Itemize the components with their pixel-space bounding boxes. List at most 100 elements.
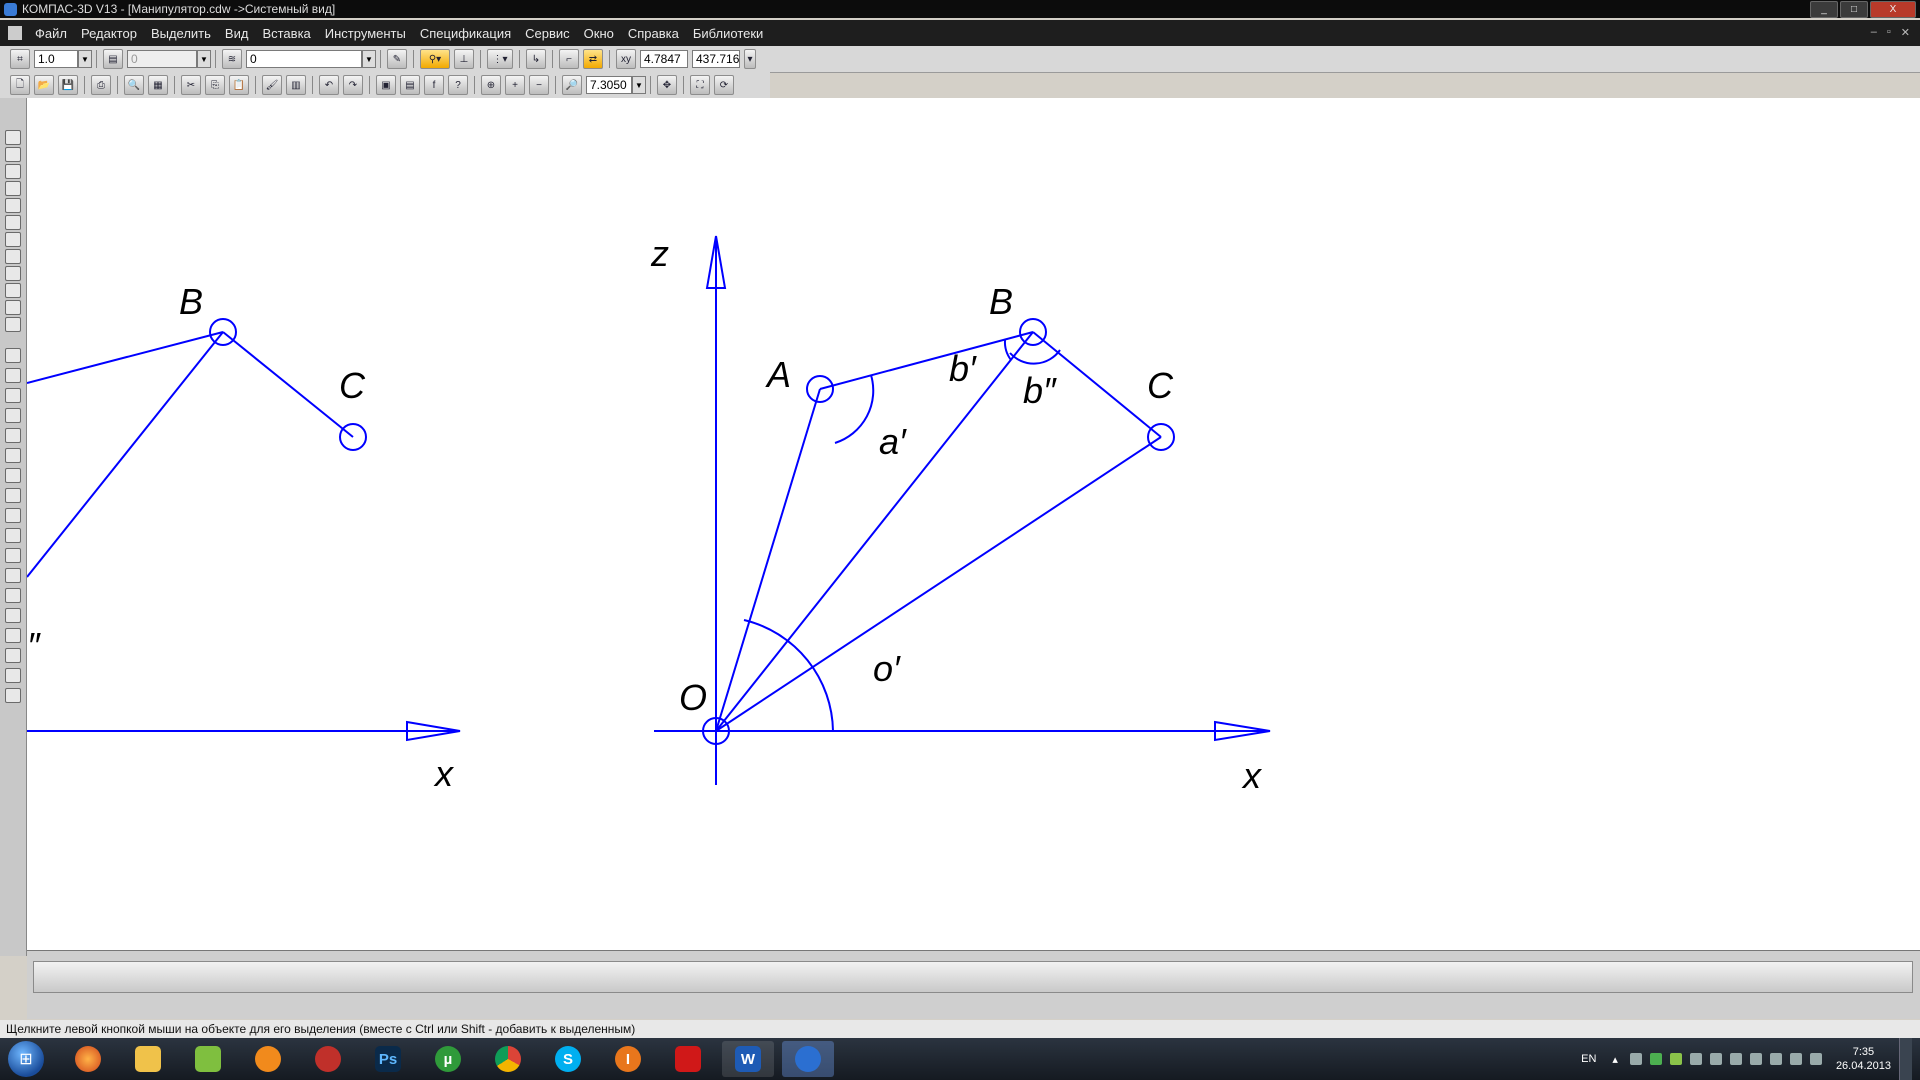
help-pointer-icon[interactable]: ? xyxy=(448,75,468,95)
grid-snap-icon[interactable]: ⌗ xyxy=(10,49,30,69)
taskbar-photoshop[interactable]: Ps xyxy=(362,1041,414,1077)
clock[interactable]: 7:35 26.04.2013 xyxy=(1836,1045,1891,1073)
zoom-out-icon[interactable]: − xyxy=(529,75,549,95)
layer-field[interactable]: 0 xyxy=(127,50,197,68)
library-manager-icon[interactable]: ▤ xyxy=(400,75,420,95)
menu-editor[interactable]: Редактор xyxy=(74,26,144,41)
kompas-app-icon[interactable] xyxy=(4,2,17,16)
variables-icon[interactable]: f xyxy=(424,75,444,95)
angle-arc-b1[interactable] xyxy=(1003,339,1012,361)
grid-icon[interactable]: ⋮▾ xyxy=(487,49,513,69)
link-oa[interactable] xyxy=(715,388,821,732)
polyline-icon[interactable] xyxy=(5,488,21,503)
parametrization-icon[interactable] xyxy=(5,198,21,213)
zoom-window-icon[interactable]: ⊕ xyxy=(481,75,501,95)
contour-icon[interactable] xyxy=(5,608,21,623)
coord-x-field[interactable]: 4.7847 xyxy=(640,50,688,68)
zoom-dropdown-icon[interactable]: ▼ xyxy=(632,76,646,94)
eraser-icon[interactable]: ✎ xyxy=(387,49,407,69)
show-all-icon[interactable]: ⛶ xyxy=(690,75,710,95)
chamfer-icon[interactable] xyxy=(5,548,21,563)
doc-close-icon[interactable]: ✕ xyxy=(1901,26,1910,39)
copy-icon[interactable]: ⎘ xyxy=(205,75,225,95)
undo-icon[interactable]: ↶ xyxy=(319,75,339,95)
step-field[interactable]: 1.0 xyxy=(34,50,78,68)
segment-icon[interactable] xyxy=(5,388,21,403)
ellipse-icon[interactable] xyxy=(5,448,21,463)
taskbar-pin[interactable] xyxy=(302,1041,354,1077)
drawing-canvas[interactable]: .ln{stroke:#0000ff;stroke-width:2;fill:n… xyxy=(26,98,1920,950)
open-icon[interactable]: 📂 xyxy=(34,75,54,95)
drawing-svg[interactable]: .ln{stroke:#0000ff;stroke-width:2;fill:n… xyxy=(26,98,1920,950)
taskbar-app-i[interactable]: I xyxy=(602,1041,654,1077)
left-link-ab[interactable] xyxy=(26,331,224,384)
zoom-scale-icon[interactable]: 🔎 xyxy=(562,75,582,95)
pan-icon[interactable]: ✥ xyxy=(657,75,677,95)
taskbar-paint[interactable] xyxy=(662,1041,714,1077)
rectangle-icon[interactable] xyxy=(5,588,21,603)
taskbar-flash[interactable] xyxy=(242,1041,294,1077)
layers-icon[interactable]: ≋ xyxy=(222,49,242,69)
cut-icon[interactable]: ✂ xyxy=(181,75,201,95)
steam-icon[interactable] xyxy=(1629,1053,1642,1065)
fillet-icon[interactable] xyxy=(5,568,21,583)
parametric-mode-icon[interactable]: ⇄ xyxy=(583,49,603,69)
taskbar-utorrent[interactable]: µ xyxy=(422,1041,474,1077)
tray-expand-icon[interactable]: ▴ xyxy=(1612,1053,1618,1066)
bezier-icon[interactable] xyxy=(5,528,21,543)
new-document-icon[interactable]: 🗋 xyxy=(10,75,30,95)
view-field[interactable]: 0 xyxy=(246,50,362,68)
tray-leaf-icon[interactable] xyxy=(1669,1053,1682,1065)
link-ab[interactable] xyxy=(819,331,1034,390)
action-center-flag-icon[interactable] xyxy=(1749,1053,1762,1065)
taskbar-kompas[interactable] xyxy=(782,1041,834,1077)
geometry-icon[interactable] xyxy=(5,130,21,145)
tree-icon[interactable]: ▣ xyxy=(376,75,396,95)
fill-icon[interactable] xyxy=(5,648,21,663)
zoom-field[interactable]: 7.3050 xyxy=(586,76,632,94)
menu-select[interactable]: Выделить xyxy=(144,26,218,41)
dimensions-icon[interactable] xyxy=(5,147,21,162)
spline-icon[interactable] xyxy=(5,468,21,483)
measure-icon[interactable] xyxy=(5,215,21,230)
aux-line-icon[interactable] xyxy=(5,368,21,383)
print-icon[interactable]: ⎙ xyxy=(91,75,111,95)
refresh-icon[interactable]: ⟳ xyxy=(714,75,734,95)
local-cs-icon[interactable]: ↳ xyxy=(526,49,546,69)
property-panel-field[interactable] xyxy=(33,961,1913,993)
manager-icon[interactable]: ▦ xyxy=(148,75,168,95)
menu-insert[interactable]: Вставка xyxy=(255,26,317,41)
spec-icon[interactable] xyxy=(5,266,21,281)
menu-window[interactable]: Окно xyxy=(577,26,621,41)
ortho-mode-icon[interactable]: ⌐ xyxy=(559,49,579,69)
layer-state-icon[interactable]: ▤ xyxy=(103,49,123,69)
left-line-ob[interactable] xyxy=(26,331,224,578)
network-icon[interactable] xyxy=(1769,1053,1782,1065)
edit-icon[interactable] xyxy=(5,181,21,196)
doc-restore-icon[interactable]: ▫ xyxy=(1887,26,1891,39)
circle-icon[interactable] xyxy=(5,408,21,423)
menu-view[interactable]: Вид xyxy=(218,26,256,41)
redo-icon[interactable]: ↷ xyxy=(343,75,363,95)
point-icon[interactable] xyxy=(5,348,21,363)
taskbar-firefox[interactable] xyxy=(62,1041,114,1077)
taskbar-chrome[interactable] xyxy=(482,1041,534,1077)
select-icon[interactable] xyxy=(5,232,21,247)
maximize-button[interactable]: □ xyxy=(1840,1,1868,18)
print-preview-icon[interactable]: 🔍 xyxy=(124,75,144,95)
menu-tools[interactable]: Инструменты xyxy=(318,26,413,41)
start-button[interactable]: ⊞ xyxy=(8,1041,44,1077)
taskbar-explorer[interactable] xyxy=(122,1041,174,1077)
left-link-bc[interactable] xyxy=(222,331,354,438)
menu-specification[interactable]: Спецификация xyxy=(413,26,518,41)
menu-file[interactable]: Файл xyxy=(28,26,74,41)
menu-libraries[interactable]: Библиотеки xyxy=(686,26,770,41)
view-dropdown-icon[interactable]: ▼ xyxy=(362,50,376,68)
equidistant-icon[interactable] xyxy=(5,668,21,683)
line-oc[interactable] xyxy=(715,436,1162,732)
tray-tool-icon[interactable] xyxy=(1729,1053,1742,1065)
save-icon[interactable]: 💾 xyxy=(58,75,78,95)
copy-properties-icon[interactable]: 🖌 xyxy=(262,75,282,95)
doc-minimize-icon[interactable]: – xyxy=(1871,26,1877,39)
close-button[interactable]: X xyxy=(1870,1,1916,18)
